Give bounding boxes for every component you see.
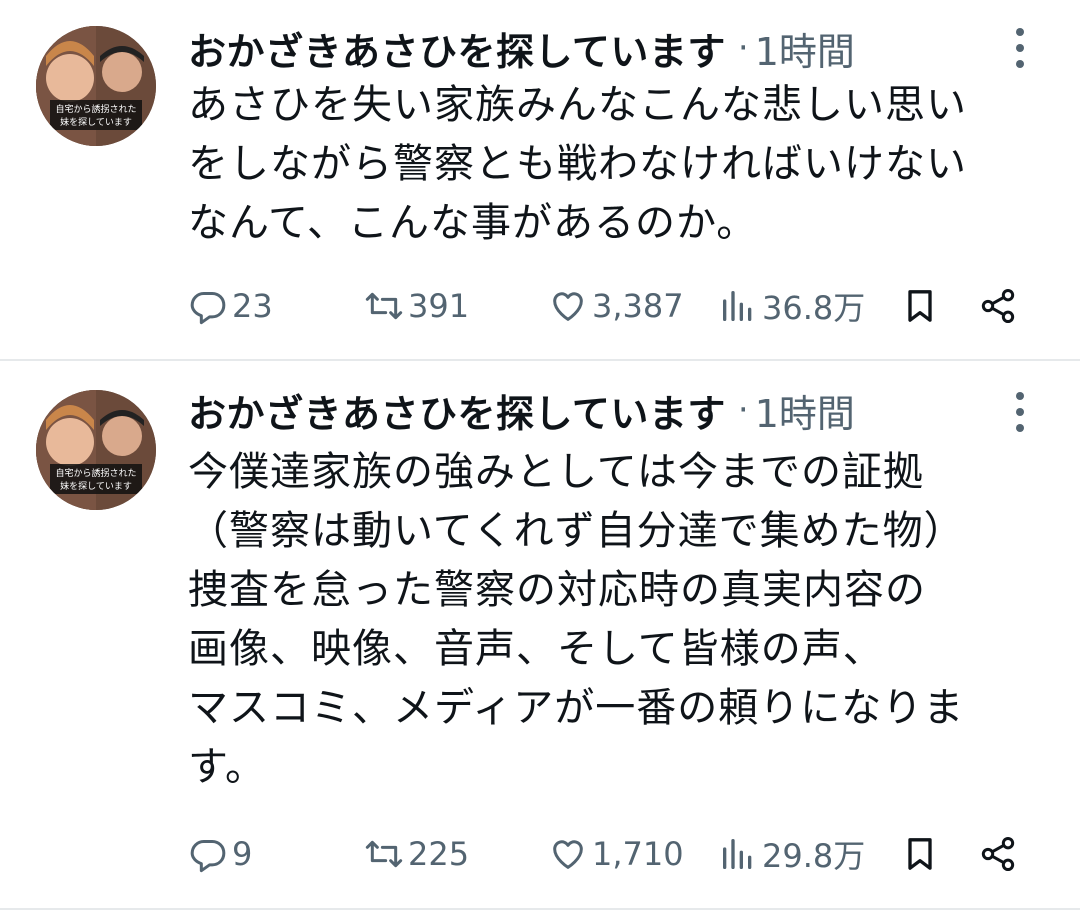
bookmark-button[interactable] <box>900 826 944 882</box>
share-icon <box>981 837 1015 871</box>
display-name[interactable]: おかざきあさひを探しています <box>188 21 726 76</box>
heart-icon <box>553 292 583 321</box>
avatar[interactable]: 自宅から誘拐された 妹を探しています <box>36 26 156 146</box>
tweet-text: あさひを失い家族みんなこんな悲しい思い をしながら警察とも戦わなければいけない … <box>188 82 967 246</box>
share-icon <box>981 289 1015 323</box>
reply-button[interactable]: 9 <box>188 826 252 882</box>
retweet-count: 225 <box>408 835 470 873</box>
separator: · <box>737 390 749 430</box>
avatar[interactable]: 自宅から誘拐された 妹を探しています <box>36 390 156 510</box>
views-icon <box>723 839 752 869</box>
like-button[interactable]: 3,387 <box>548 278 684 334</box>
retweet-icon <box>365 840 403 868</box>
divider <box>0 908 1080 910</box>
action-bar: 9 225 1,710 29.8万 <box>188 826 1030 882</box>
views-button[interactable]: 29.8万 <box>718 826 865 882</box>
timestamp[interactable]: 1時間 <box>755 383 855 438</box>
retweet-icon <box>365 292 403 320</box>
action-bar: 23 391 3,387 36.8万 <box>188 278 1030 334</box>
svg-text:妹を探しています: 妹を探しています <box>60 480 132 492</box>
share-button[interactable] <box>978 278 1022 334</box>
heart-icon <box>553 840 583 869</box>
more-vertical-icon[interactable] <box>1008 28 1032 68</box>
tweet-text: 今僕達家族の強みとしては今までの証拠 （警察は動いてくれず自分達で集めた物） 捜… <box>188 449 965 790</box>
bookmark-button[interactable] <box>900 278 944 334</box>
views-count: 29.8万 <box>762 837 866 875</box>
tweet-card[interactable]: 自宅から誘拐された 妹を探しています おかざきあさひを探しています · 1時間 … <box>0 0 1080 360</box>
views-icon <box>723 291 752 321</box>
like-button[interactable]: 1,710 <box>548 826 684 882</box>
tweet-header: おかざきあさひを探しています · 1時間 <box>188 20 855 76</box>
divider <box>0 359 1080 361</box>
timestamp[interactable]: 1時間 <box>755 21 855 76</box>
tweet-header: おかざきあさひを探しています · 1時間 <box>188 382 855 438</box>
retweet-button[interactable]: 391 <box>364 278 469 334</box>
reply-icon <box>190 292 226 325</box>
svg-text:妹を探しています: 妹を探しています <box>60 116 132 128</box>
retweet-count: 391 <box>408 287 470 325</box>
retweet-button[interactable]: 225 <box>364 826 469 882</box>
svg-text:自宅から誘拐された: 自宅から誘拐された <box>55 103 136 115</box>
reply-icon <box>190 840 226 873</box>
like-count: 1,710 <box>592 835 684 873</box>
reply-count: 9 <box>232 835 253 873</box>
separator: · <box>737 28 749 68</box>
views-button[interactable]: 36.8万 <box>718 278 865 334</box>
like-count: 3,387 <box>592 287 684 325</box>
svg-text:自宅から誘拐された: 自宅から誘拐された <box>55 467 136 479</box>
display-name[interactable]: おかざきあさひを探しています <box>188 383 726 438</box>
reply-count: 23 <box>232 287 273 325</box>
bookmark-icon <box>908 290 932 322</box>
views-count: 36.8万 <box>762 289 866 327</box>
share-button[interactable] <box>978 826 1022 882</box>
more-vertical-icon[interactable] <box>1008 392 1032 432</box>
bookmark-icon <box>908 838 932 870</box>
reply-button[interactable]: 23 <box>188 278 273 334</box>
